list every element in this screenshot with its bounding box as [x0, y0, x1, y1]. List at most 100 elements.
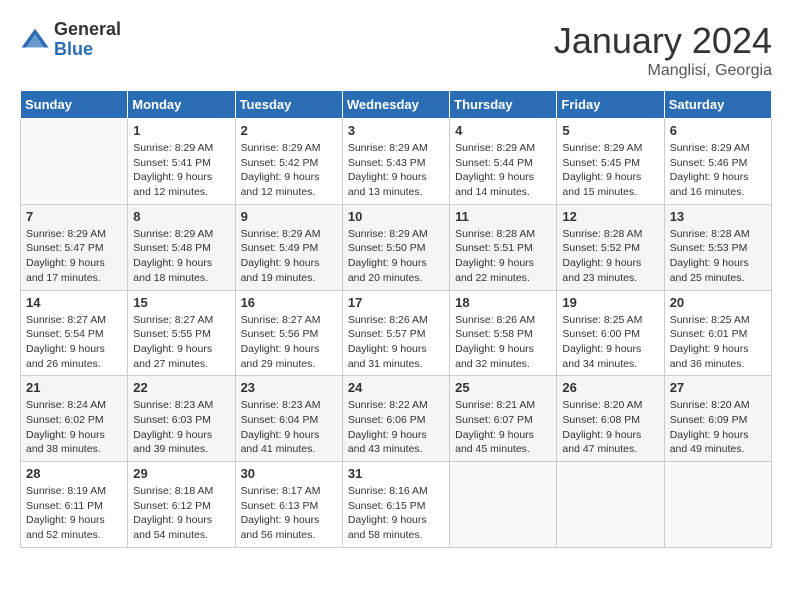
calendar-cell: 17 Sunrise: 8:26 AMSunset: 5:57 PMDayligh… [342, 290, 449, 376]
calendar-cell: 6 Sunrise: 8:29 AMSunset: 5:46 PMDaylight… [664, 119, 771, 205]
day-number: 19 [562, 295, 658, 310]
calendar-body: 1 Sunrise: 8:29 AMSunset: 5:41 PMDaylight… [21, 119, 772, 548]
day-info: Sunrise: 8:29 AMSunset: 5:45 PMDaylight:… [562, 141, 658, 200]
header-day: Wednesday [342, 91, 449, 119]
day-number: 18 [455, 295, 551, 310]
day-info: Sunrise: 8:18 AMSunset: 6:12 PMDaylight:… [133, 484, 229, 543]
calendar-week-row: 1 Sunrise: 8:29 AMSunset: 5:41 PMDaylight… [21, 119, 772, 205]
day-info: Sunrise: 8:25 AMSunset: 6:01 PMDaylight:… [670, 313, 766, 372]
logo-general-text: General [54, 20, 121, 40]
calendar-cell: 21 Sunrise: 8:24 AMSunset: 6:02 PMDayligh… [21, 376, 128, 462]
calendar-cell: 13Sunrise: 8:28 AMSunset: 5:53 PMDayligh… [664, 204, 771, 290]
logo-blue-text: Blue [54, 40, 121, 60]
day-number: 6 [670, 123, 766, 138]
header-day: Monday [128, 91, 235, 119]
day-number: 28 [26, 466, 122, 481]
day-info: Sunrise: 8:29 AMSunset: 5:48 PMDaylight:… [133, 227, 229, 286]
day-info: Sunrise: 8:21 AMSunset: 6:07 PMDaylight:… [455, 398, 551, 457]
calendar-cell: 12Sunrise: 8:28 AMSunset: 5:52 PMDayligh… [557, 204, 664, 290]
day-info: Sunrise: 8:20 AMSunset: 6:08 PMDaylight:… [562, 398, 658, 457]
logo: General Blue [20, 20, 121, 60]
calendar-cell: 16 Sunrise: 8:27 AMSunset: 5:56 PMDayligh… [235, 290, 342, 376]
day-info: Sunrise: 8:20 AMSunset: 6:09 PMDaylight:… [670, 398, 766, 457]
calendar-cell: 1 Sunrise: 8:29 AMSunset: 5:41 PMDaylight… [128, 119, 235, 205]
header-day: Thursday [450, 91, 557, 119]
day-info: Sunrise: 8:29 AMSunset: 5:46 PMDaylight:… [670, 141, 766, 200]
calendar-cell [557, 462, 664, 548]
calendar-header: SundayMondayTuesdayWednesdayThursdayFrid… [21, 91, 772, 119]
calendar-cell: 10 Sunrise: 8:29 AMSunset: 5:50 PMDayligh… [342, 204, 449, 290]
calendar-week-row: 21 Sunrise: 8:24 AMSunset: 6:02 PMDayligh… [21, 376, 772, 462]
calendar-cell: 9Sunrise: 8:29 AMSunset: 5:49 PMDaylight… [235, 204, 342, 290]
day-number: 14 [26, 295, 122, 310]
day-number: 15 [133, 295, 229, 310]
day-number: 23 [241, 380, 337, 395]
calendar-cell: 24 Sunrise: 8:22 AMSunset: 6:06 PMDayligh… [342, 376, 449, 462]
day-number: 1 [133, 123, 229, 138]
day-number: 24 [348, 380, 444, 395]
day-info: Sunrise: 8:16 AMSunset: 6:15 PMDaylight:… [348, 484, 444, 543]
day-info: Sunrise: 8:28 AMSunset: 5:51 PMDaylight:… [455, 227, 551, 286]
calendar-cell: 26Sunrise: 8:20 AMSunset: 6:08 PMDayligh… [557, 376, 664, 462]
day-info: Sunrise: 8:22 AMSunset: 6:06 PMDaylight:… [348, 398, 444, 457]
logo-text: General Blue [54, 20, 121, 60]
calendar-cell: 5 Sunrise: 8:29 AMSunset: 5:45 PMDaylight… [557, 119, 664, 205]
calendar-cell: 14 Sunrise: 8:27 AMSunset: 5:54 PMDayligh… [21, 290, 128, 376]
calendar-week-row: 28Sunrise: 8:19 AMSunset: 6:11 PMDayligh… [21, 462, 772, 548]
day-info: Sunrise: 8:26 AMSunset: 5:57 PMDaylight:… [348, 313, 444, 372]
calendar-cell [664, 462, 771, 548]
header-day: Sunday [21, 91, 128, 119]
calendar-cell: 29 Sunrise: 8:18 AMSunset: 6:12 PMDayligh… [128, 462, 235, 548]
header-day: Friday [557, 91, 664, 119]
day-number: 10 [348, 209, 444, 224]
calendar-cell: 19 Sunrise: 8:25 AMSunset: 6:00 PMDayligh… [557, 290, 664, 376]
day-number: 27 [670, 380, 766, 395]
day-number: 7 [26, 209, 122, 224]
day-number: 21 [26, 380, 122, 395]
day-number: 4 [455, 123, 551, 138]
calendar-week-row: 14 Sunrise: 8:27 AMSunset: 5:54 PMDayligh… [21, 290, 772, 376]
title-block: January 2024 Manglisi, Georgia [554, 20, 772, 80]
day-info: Sunrise: 8:29 AMSunset: 5:47 PMDaylight:… [26, 227, 122, 286]
day-number: 30 [241, 466, 337, 481]
day-number: 12 [562, 209, 658, 224]
day-info: Sunrise: 8:29 AMSunset: 5:50 PMDaylight:… [348, 227, 444, 286]
day-info: Sunrise: 8:29 AMSunset: 5:41 PMDaylight:… [133, 141, 229, 200]
day-info: Sunrise: 8:25 AMSunset: 6:00 PMDaylight:… [562, 313, 658, 372]
day-number: 17 [348, 295, 444, 310]
calendar-cell: 28Sunrise: 8:19 AMSunset: 6:11 PMDayligh… [21, 462, 128, 548]
calendar-cell: 11 Sunrise: 8:28 AMSunset: 5:51 PMDayligh… [450, 204, 557, 290]
header-day: Tuesday [235, 91, 342, 119]
day-number: 5 [562, 123, 658, 138]
calendar-cell: 22Sunrise: 8:23 AMSunset: 6:03 PMDayligh… [128, 376, 235, 462]
day-info: Sunrise: 8:26 AMSunset: 5:58 PMDaylight:… [455, 313, 551, 372]
day-info: Sunrise: 8:23 AMSunset: 6:03 PMDaylight:… [133, 398, 229, 457]
logo-icon [20, 25, 50, 55]
calendar-cell: 8Sunrise: 8:29 AMSunset: 5:48 PMDaylight… [128, 204, 235, 290]
calendar-cell [450, 462, 557, 548]
day-number: 25 [455, 380, 551, 395]
calendar-cell: 18 Sunrise: 8:26 AMSunset: 5:58 PMDayligh… [450, 290, 557, 376]
day-info: Sunrise: 8:27 AMSunset: 5:56 PMDaylight:… [241, 313, 337, 372]
calendar-cell: 2Sunrise: 8:29 AMSunset: 5:42 PMDaylight… [235, 119, 342, 205]
header-row: SundayMondayTuesdayWednesdayThursdayFrid… [21, 91, 772, 119]
page-header: General Blue January 2024 Manglisi, Geor… [20, 20, 772, 80]
day-info: Sunrise: 8:29 AMSunset: 5:44 PMDaylight:… [455, 141, 551, 200]
calendar-cell: 20Sunrise: 8:25 AMSunset: 6:01 PMDayligh… [664, 290, 771, 376]
day-number: 31 [348, 466, 444, 481]
day-info: Sunrise: 8:27 AMSunset: 5:55 PMDaylight:… [133, 313, 229, 372]
location: Manglisi, Georgia [554, 62, 772, 80]
calendar-cell [21, 119, 128, 205]
day-number: 9 [241, 209, 337, 224]
day-info: Sunrise: 8:23 AMSunset: 6:04 PMDaylight:… [241, 398, 337, 457]
day-number: 16 [241, 295, 337, 310]
day-info: Sunrise: 8:24 AMSunset: 6:02 PMDaylight:… [26, 398, 122, 457]
day-number: 29 [133, 466, 229, 481]
day-number: 11 [455, 209, 551, 224]
calendar-cell: 4 Sunrise: 8:29 AMSunset: 5:44 PMDaylight… [450, 119, 557, 205]
calendar-cell: 30 Sunrise: 8:17 AMSunset: 6:13 PMDayligh… [235, 462, 342, 548]
calendar-week-row: 7 Sunrise: 8:29 AMSunset: 5:47 PMDaylight… [21, 204, 772, 290]
day-number: 3 [348, 123, 444, 138]
day-info: Sunrise: 8:27 AMSunset: 5:54 PMDaylight:… [26, 313, 122, 372]
day-info: Sunrise: 8:17 AMSunset: 6:13 PMDaylight:… [241, 484, 337, 543]
